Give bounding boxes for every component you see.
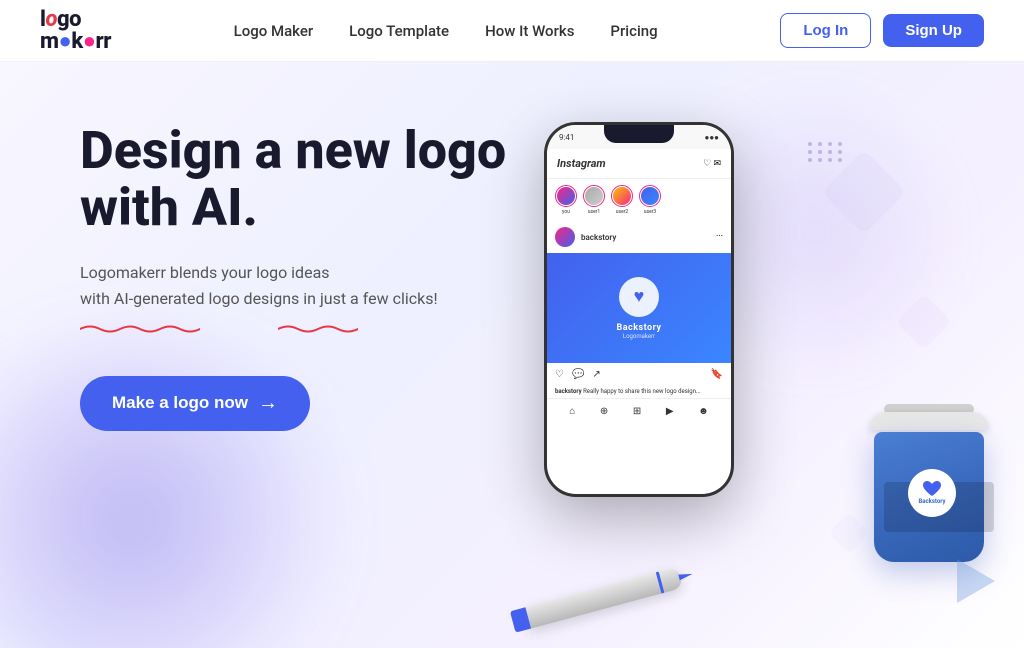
post-logo-heart: ♥ [634,286,645,307]
cup-logo-circle: Backstory [908,469,956,517]
squiggle-left [80,324,200,334]
save-icon: 🔖 [711,369,723,380]
nav-how-it-works[interactable]: How It Works [485,22,574,40]
post-username: backstory [581,233,616,242]
hero-subtitle: Logomakerr blends your logo ideas with A… [80,260,438,311]
post-header: backstory ··· [547,221,731,253]
post-actions: ♡ 💬 ↗ 🔖 [547,363,731,386]
nav-logo-maker[interactable]: Logo Maker [234,22,314,40]
cup-logo-heart-svg [922,480,942,498]
logo-bottom: m●k●rr [40,31,111,53]
insta-icons: ♡ ✉ [703,159,721,169]
insta-bottom-nav: ⌂ ⊕ ⊞ ▶ ☻ [547,398,731,424]
logo[interactable]: logo m●k●rr [40,9,111,53]
phone-time: 9:41 [559,133,574,142]
hero-subtitle-container: Logomakerr blends your logo ideas with A… [80,260,438,319]
pen-cap [510,607,531,632]
signup-button[interactable]: Sign Up [883,14,984,47]
cup-lid [870,412,988,430]
cta-button[interactable]: Make a logo now → [80,376,310,431]
pen-body [523,566,683,629]
coffee-cup: Backstory [864,412,1004,582]
pen-tip [678,569,694,582]
add-nav-icon: ⊞ [633,406,641,417]
home-nav-icon: ⌂ [569,406,575,417]
phone-battery: ●●● [705,133,720,142]
post-brand-name: Backstory [616,323,661,333]
pen-stripe [656,572,665,594]
phone-mockup: 9:41 ●●● Instagram ♡ ✉ you [544,122,744,502]
hero-section: Design a new logo with AI. Logomakerr bl… [0,62,1024,648]
header: logo m●k●rr Logo Maker Logo Template How… [0,0,1024,62]
hero-content: Design a new logo with AI. Logomakerr bl… [80,122,520,431]
story-item-3: user2 [611,185,633,215]
triangle-decoration [954,562,1004,612]
cup-shape: Backstory [874,432,984,562]
header-actions: Log In Sign Up [780,13,984,48]
search-nav-icon: ⊕ [600,406,608,417]
story-item-1: you [555,185,577,215]
post-brand-sub: Logomakerr [623,333,655,340]
story-item-4: user3 [639,185,661,215]
instagram-logo: Instagram [557,157,606,170]
post-more: ··· [716,232,723,242]
login-button[interactable]: Log In [780,13,871,48]
share-icon: ↗ [592,369,600,380]
story-item-2: user1 [583,185,605,215]
cta-arrow: → [258,392,278,415]
nav-logo-template[interactable]: Logo Template [349,22,449,40]
post-image: ♥ Backstory Logomakerr [547,253,731,363]
comment-icon: 💬 [572,369,584,380]
nav-pricing[interactable]: Pricing [610,22,657,40]
phone-notch [604,125,674,143]
main-nav: Logo Maker Logo Template How It Works Pr… [234,22,658,40]
logo-top: logo [40,9,111,31]
cta-label: Make a logo now [112,393,248,413]
cup-body: Backstory [864,412,994,562]
profile-nav-icon: ☻ [698,406,709,417]
post-caption: backstory Really happy to share this new… [547,386,731,398]
triangle-shape [957,559,995,603]
stories-row: you user1 user2 user3 [547,179,731,221]
squiggle-right [278,324,358,334]
hero-title: Design a new logo with AI. [80,122,520,236]
instagram-header: Instagram ♡ ✉ [547,149,731,179]
phone-body: 9:41 ●●● Instagram ♡ ✉ you [544,122,734,497]
pen-marker [523,561,704,635]
like-icon: ♡ [555,369,564,380]
cup-brand-text: Backstory [918,498,945,505]
post-avatar [555,227,575,247]
post-logo-icon: ♥ [619,277,659,317]
phone-screen: 9:41 ●●● Instagram ♡ ✉ you [547,125,731,494]
reels-nav-icon: ▶ [666,406,674,417]
hero-illustration: 9:41 ●●● Instagram ♡ ✉ you [464,82,1024,642]
